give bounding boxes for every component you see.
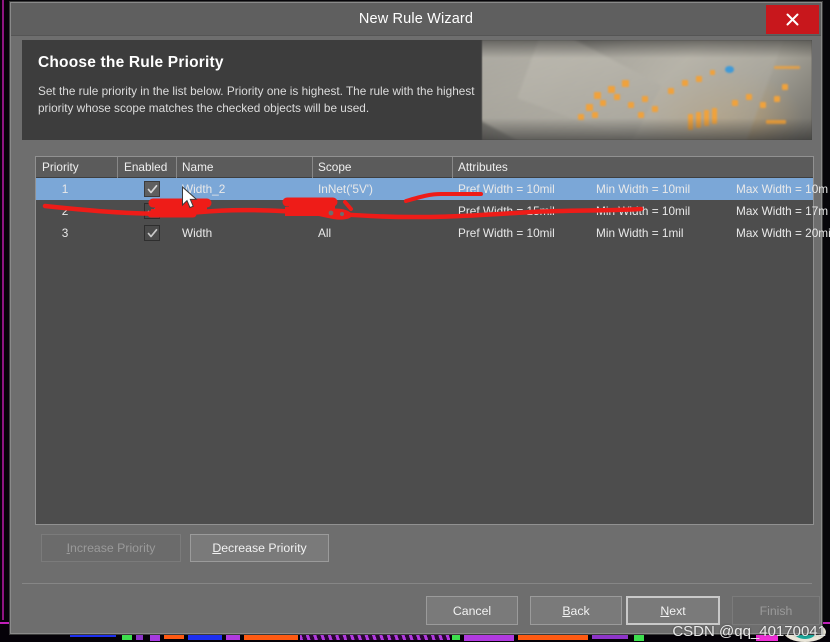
decrease-priority-label: ecrease Priority	[221, 541, 307, 555]
priority-button-group: Increase Priority Decrease Priority	[35, 534, 814, 562]
list-header: Priority Enabled Name Scope Attributes	[36, 157, 813, 178]
cell-scope: All	[318, 226, 332, 240]
cell-max-width: Max Width = 10m	[736, 182, 829, 196]
cell-pref-width: Pref Width = 10mil	[458, 226, 555, 240]
decrease-priority-button[interactable]: Decrease Priority	[190, 534, 329, 562]
table-row[interactable]: 3 Width All Pref Width = 10mil Min Width…	[36, 222, 830, 244]
cell-pref-width: Pref Width = 10mil	[458, 182, 555, 196]
column-divider[interactable]	[176, 157, 177, 178]
finish-button-label: Finish	[759, 603, 793, 618]
increase-priority-label: ncrease Priority	[69, 541, 156, 555]
column-header-scope[interactable]: Scope	[318, 160, 351, 174]
cell-min-width: Min Width = 10mil	[596, 182, 691, 196]
banner-title: Choose the Rule Priority	[38, 54, 224, 71]
column-header-enabled[interactable]: Enabled	[124, 160, 167, 174]
back-button-mnemonic: B	[562, 603, 571, 618]
dialog-titlebar[interactable]: New Rule Wizard	[11, 3, 821, 36]
cell-priority: 1	[61, 182, 69, 196]
cell-pref-width: Pref Width = 15mil	[458, 204, 555, 218]
new-rule-wizard-dialog: New Rule Wizard Choose the Rule Priority…	[10, 2, 830, 634]
column-header-priority[interactable]: Priority	[42, 160, 79, 174]
table-row[interactable]: 2 Pref Width = 15mil Min Width = 10mil M…	[36, 200, 828, 222]
decrease-priority-mnemonic: D	[212, 541, 222, 555]
cell-name: Width	[182, 226, 213, 240]
cell-max-width: Max Width = 20mil	[736, 226, 830, 240]
check-icon	[147, 184, 158, 194]
column-header-attributes[interactable]: Attributes	[458, 160, 508, 174]
pcb-backdrop-right	[0, 0, 8, 642]
cell-priority: 2	[61, 204, 69, 218]
cell-min-width: Min Width = 10mil	[596, 204, 691, 218]
cancel-button-label: Cancel	[452, 603, 492, 618]
column-divider[interactable]	[117, 157, 118, 178]
cell-max-width: Max Width = 17m	[736, 204, 829, 218]
cell-priority: 3	[61, 226, 69, 240]
wizard-banner: Choose the Rule Priority Set the rule pr…	[22, 40, 812, 140]
enabled-checkbox[interactable]	[144, 225, 160, 241]
cell-scope: InNet('5V')	[318, 182, 373, 196]
back-button[interactable]: Back	[530, 596, 622, 625]
column-divider[interactable]	[452, 157, 453, 178]
cell-name: Width_2	[182, 182, 226, 196]
close-button[interactable]	[766, 5, 819, 34]
next-button[interactable]: Next	[626, 596, 720, 625]
banner-description: Set the rule priority in the list below.…	[38, 84, 475, 115]
enabled-checkbox[interactable]	[144, 203, 160, 219]
check-icon	[147, 206, 158, 216]
table-row[interactable]: 1 Width_2 InNet('5V') Pref Width = 10mil…	[36, 178, 828, 200]
enabled-checkbox[interactable]	[144, 181, 160, 197]
next-button-label: ext	[669, 603, 686, 618]
close-icon	[786, 13, 799, 26]
column-header-name[interactable]: Name	[182, 160, 213, 174]
rule-priority-list[interactable]: Priority Enabled Name Scope Attributes 1…	[35, 156, 830, 525]
cell-min-width: Min Width = 1mil	[596, 226, 684, 240]
column-divider[interactable]	[312, 157, 313, 178]
dialog-title: New Rule Wizard	[358, 11, 474, 27]
next-button-mnemonic: N	[660, 603, 670, 618]
cancel-button[interactable]: Cancel	[426, 596, 518, 625]
footer-divider	[22, 583, 812, 584]
pcb-photo	[482, 40, 812, 140]
increase-priority-button[interactable]: Increase Priority	[41, 534, 181, 562]
back-button-label: ack	[570, 603, 590, 618]
finish-button[interactable]: Finish	[732, 596, 820, 625]
check-icon	[147, 228, 158, 238]
watermark: CSDN @qq_40170041	[672, 623, 826, 640]
